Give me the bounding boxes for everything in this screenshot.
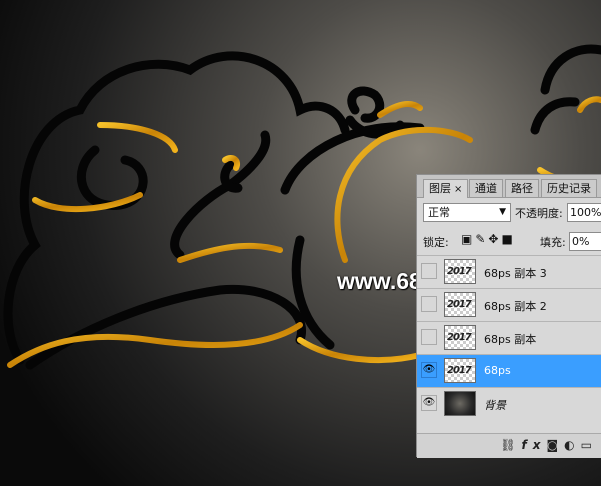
eye-icon[interactable]: 👁 — [421, 395, 437, 411]
lock-all-icon[interactable]: ■ — [501, 232, 515, 246]
tab-channels[interactable]: 通道 — [469, 179, 503, 197]
tab-channels-label: 通道 — [475, 182, 497, 195]
tab-history-label: 历史记录 — [547, 182, 591, 195]
mask-icon[interactable]: ◙ — [547, 438, 565, 452]
blend-mode-select[interactable]: 正常 ▼ — [423, 203, 511, 222]
panel-tabs: 图层 × 通道 路径 历史记录 — [417, 175, 601, 198]
footer-icons: ⛓fx◙◐▭ — [500, 438, 598, 452]
layer-name: 68ps — [484, 364, 511, 377]
layer-list: 2017 68ps 副本 3 2017 68ps 副本 2 2017 68ps … — [417, 255, 601, 420]
opacity-input[interactable]: 100% — [567, 203, 601, 222]
panel-footer: ⛓fx◙◐▭ — [417, 433, 601, 458]
layers-panel: 图层 × 通道 路径 历史记录 正常 ▼ 不透明度: 100% 锁定: ▣✎✥■ … — [416, 174, 601, 458]
layer-thumbnail: 2017 — [444, 358, 476, 383]
tab-layers[interactable]: 图层 × — [423, 179, 469, 198]
tab-layers-label: 图层 — [429, 182, 451, 195]
thumb-text: 2017 — [447, 332, 472, 343]
lock-move-icon[interactable]: ✥ — [488, 232, 501, 246]
layer-name: 68ps 副本 — [484, 333, 537, 346]
fx-icon[interactable]: fx — [522, 438, 547, 452]
folder-icon[interactable]: ▭ — [581, 438, 598, 452]
layer-name: 68ps 副本 2 — [484, 300, 547, 313]
layer-row-background[interactable]: 👁 背景 — [417, 387, 601, 420]
thumb-text: 2017 — [447, 299, 472, 310]
lock-label: 锁定: — [423, 236, 449, 249]
lock-row: 锁定: ▣✎✥■ 填充: 0% — [423, 232, 601, 252]
tab-paths[interactable]: 路径 — [505, 179, 539, 197]
visibility-toggle[interactable] — [421, 263, 437, 279]
layer-name: 背景 — [484, 399, 506, 412]
visibility-toggle[interactable] — [421, 329, 437, 345]
blend-row: 正常 ▼ 不透明度: 100% — [423, 203, 601, 223]
layer-row-68ps[interactable]: 👁 2017 68ps — [417, 354, 601, 387]
layer-thumbnail: 2017 — [444, 259, 476, 284]
fill-label: 填充: — [540, 236, 566, 249]
lock-icons: ▣✎✥■ — [461, 232, 516, 246]
tab-paths-label: 路径 — [511, 182, 533, 195]
layer-row-copy-2[interactable]: 2017 68ps 副本 2 — [417, 288, 601, 321]
thumb-text: 2017 — [447, 266, 472, 277]
eye-icon[interactable]: 👁 — [421, 362, 437, 378]
layer-row-copy-3[interactable]: 2017 68ps 副本 3 — [417, 255, 601, 288]
fill-input[interactable]: 0% — [569, 232, 601, 251]
layer-row-copy[interactable]: 2017 68ps 副本 — [417, 321, 601, 354]
thumb-text: 2017 — [447, 365, 472, 376]
lock-transparent-icon[interactable]: ▣ — [461, 232, 475, 246]
layer-name: 68ps 副本 3 — [484, 267, 547, 280]
link-icon[interactable]: ⛓ — [500, 438, 521, 452]
layer-thumbnail — [444, 391, 476, 416]
tab-history[interactable]: 历史记录 — [541, 179, 597, 197]
layer-thumbnail: 2017 — [444, 292, 476, 317]
lock-brush-icon[interactable]: ✎ — [475, 232, 488, 246]
blend-mode-value: 正常 — [428, 206, 450, 219]
close-icon[interactable]: × — [454, 184, 462, 195]
layer-thumbnail: 2017 — [444, 325, 476, 350]
adjustment-icon[interactable]: ◐ — [564, 438, 580, 452]
visibility-toggle[interactable] — [421, 296, 437, 312]
chevron-down-icon: ▼ — [499, 207, 506, 217]
opacity-label: 不透明度: — [515, 207, 563, 220]
